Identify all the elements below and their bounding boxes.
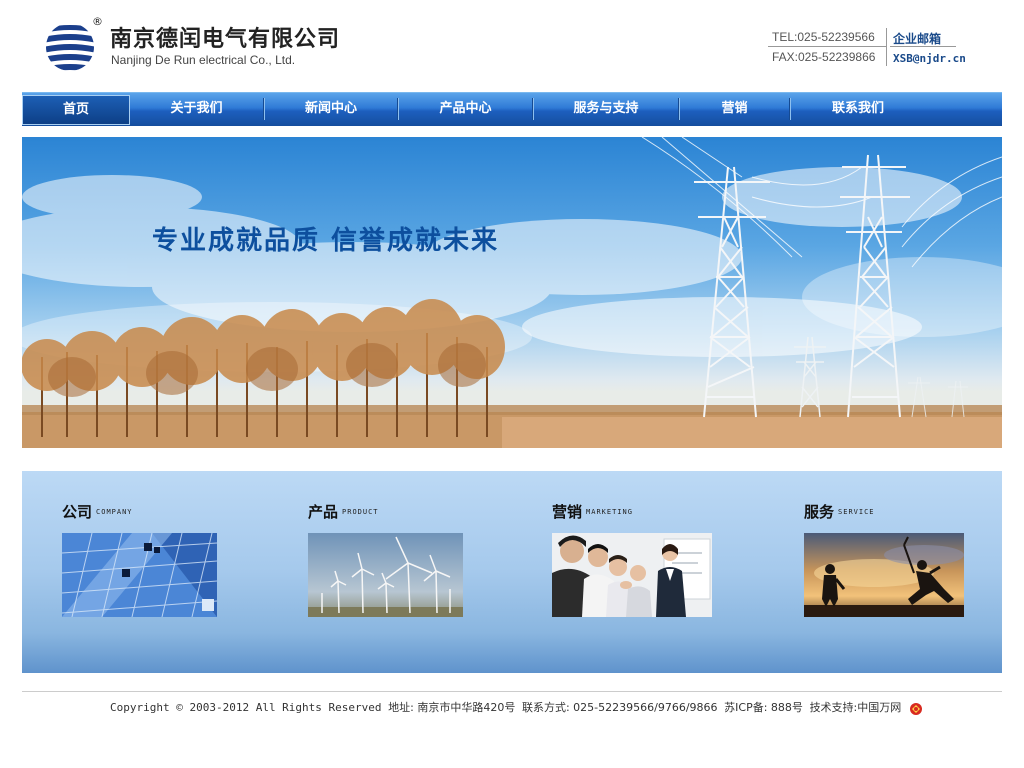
marketing-meeting-image[interactable]	[552, 533, 712, 617]
hichina-badge-icon[interactable]	[909, 702, 923, 716]
nav-item-contact[interactable]: 联系我们	[791, 93, 925, 125]
registered-mark: ®	[92, 15, 103, 28]
banner-slogan: 专业成就品质 信誉成就未来	[152, 226, 500, 256]
feature-product-title-cn: 产品	[308, 503, 339, 521]
divider	[768, 46, 886, 47]
company-building-image[interactable]	[62, 533, 217, 617]
company-name-cn: 南京德闰电气有限公司	[110, 27, 341, 52]
page-footer: Copyright © 2003-2012 All Rights Reserve…	[110, 699, 901, 715]
feature-product: 产品 PRODUCT	[308, 501, 478, 621]
feature-service: 服务 SERVICE	[804, 501, 974, 621]
icp-text: 苏ICP备: 888号	[724, 701, 803, 714]
nav-item-about[interactable]: 关于我们	[130, 93, 263, 125]
nav-item-marketing[interactable]: 营销	[680, 93, 789, 125]
service-workers-image[interactable]	[804, 533, 964, 617]
feature-panel: 公司 COMPANY 产品 PRODUCT 营销 MARKETING 服务 SE…	[22, 471, 1002, 673]
feature-service-title-en: SERVICE	[838, 508, 875, 516]
contact-block: TEL:025-52239566 FAX:025-52239866 企业邮箱 X…	[768, 28, 968, 68]
feature-company-title-en: COMPANY	[96, 508, 133, 516]
feature-product-title[interactable]: 产品 PRODUCT	[308, 501, 379, 522]
nav-item-home[interactable]: 首页	[22, 95, 130, 125]
feature-company-title[interactable]: 公司 COMPANY	[62, 501, 133, 522]
main-nav: 首页 关于我们 新闻中心 产品中心 服务与支持 营销 联系我们	[22, 92, 1002, 126]
hero-banner: 专业成就品质 信誉成就未来	[22, 137, 1002, 448]
footer-divider	[22, 691, 1002, 692]
feature-marketing-title-en: MARKETING	[586, 508, 633, 516]
page-header: ® 南京德闰电气有限公司 Nanjing De Run electrical C…	[0, 0, 1024, 92]
copyright-text: Copyright © 2003-2012 All Rights Reserve…	[110, 701, 382, 714]
contact-text: 联系方式: 025-52239566/9766/9866	[521, 701, 718, 714]
address-text: 地址: 南京市中华路420号	[388, 701, 516, 714]
product-wind-turbine-image[interactable]	[308, 533, 463, 617]
enterprise-mail-link[interactable]: 企业邮箱	[893, 30, 941, 47]
nav-item-service[interactable]: 服务与支持	[534, 93, 678, 125]
feature-marketing: 营销 MARKETING	[552, 501, 722, 621]
company-logo-icon[interactable]	[43, 20, 97, 72]
fax-number: FAX:025-52239866	[772, 50, 876, 64]
feature-product-title-en: PRODUCT	[342, 508, 379, 516]
phone-number: TEL:025-52239566	[772, 30, 875, 44]
nav-item-news[interactable]: 新闻中心	[265, 93, 397, 125]
feature-service-title[interactable]: 服务 SERVICE	[804, 501, 875, 522]
company-name-en: Nanjing De Run electrical Co., Ltd.	[111, 53, 296, 67]
feature-company: 公司 COMPANY	[62, 501, 232, 621]
feature-marketing-title-cn: 营销	[552, 503, 583, 521]
divider	[886, 28, 887, 66]
nav-item-products[interactable]: 产品中心	[399, 93, 532, 125]
feature-marketing-title[interactable]: 营销 MARKETING	[552, 501, 633, 522]
feature-company-title-cn: 公司	[62, 503, 93, 521]
feature-service-title-cn: 服务	[804, 503, 835, 521]
tech-support-link[interactable]: 技术支持:中国万网	[810, 701, 902, 714]
banner-landscape-image	[22, 137, 1002, 448]
mail-address-link[interactable]: XSB@njdr.cn	[893, 52, 966, 65]
